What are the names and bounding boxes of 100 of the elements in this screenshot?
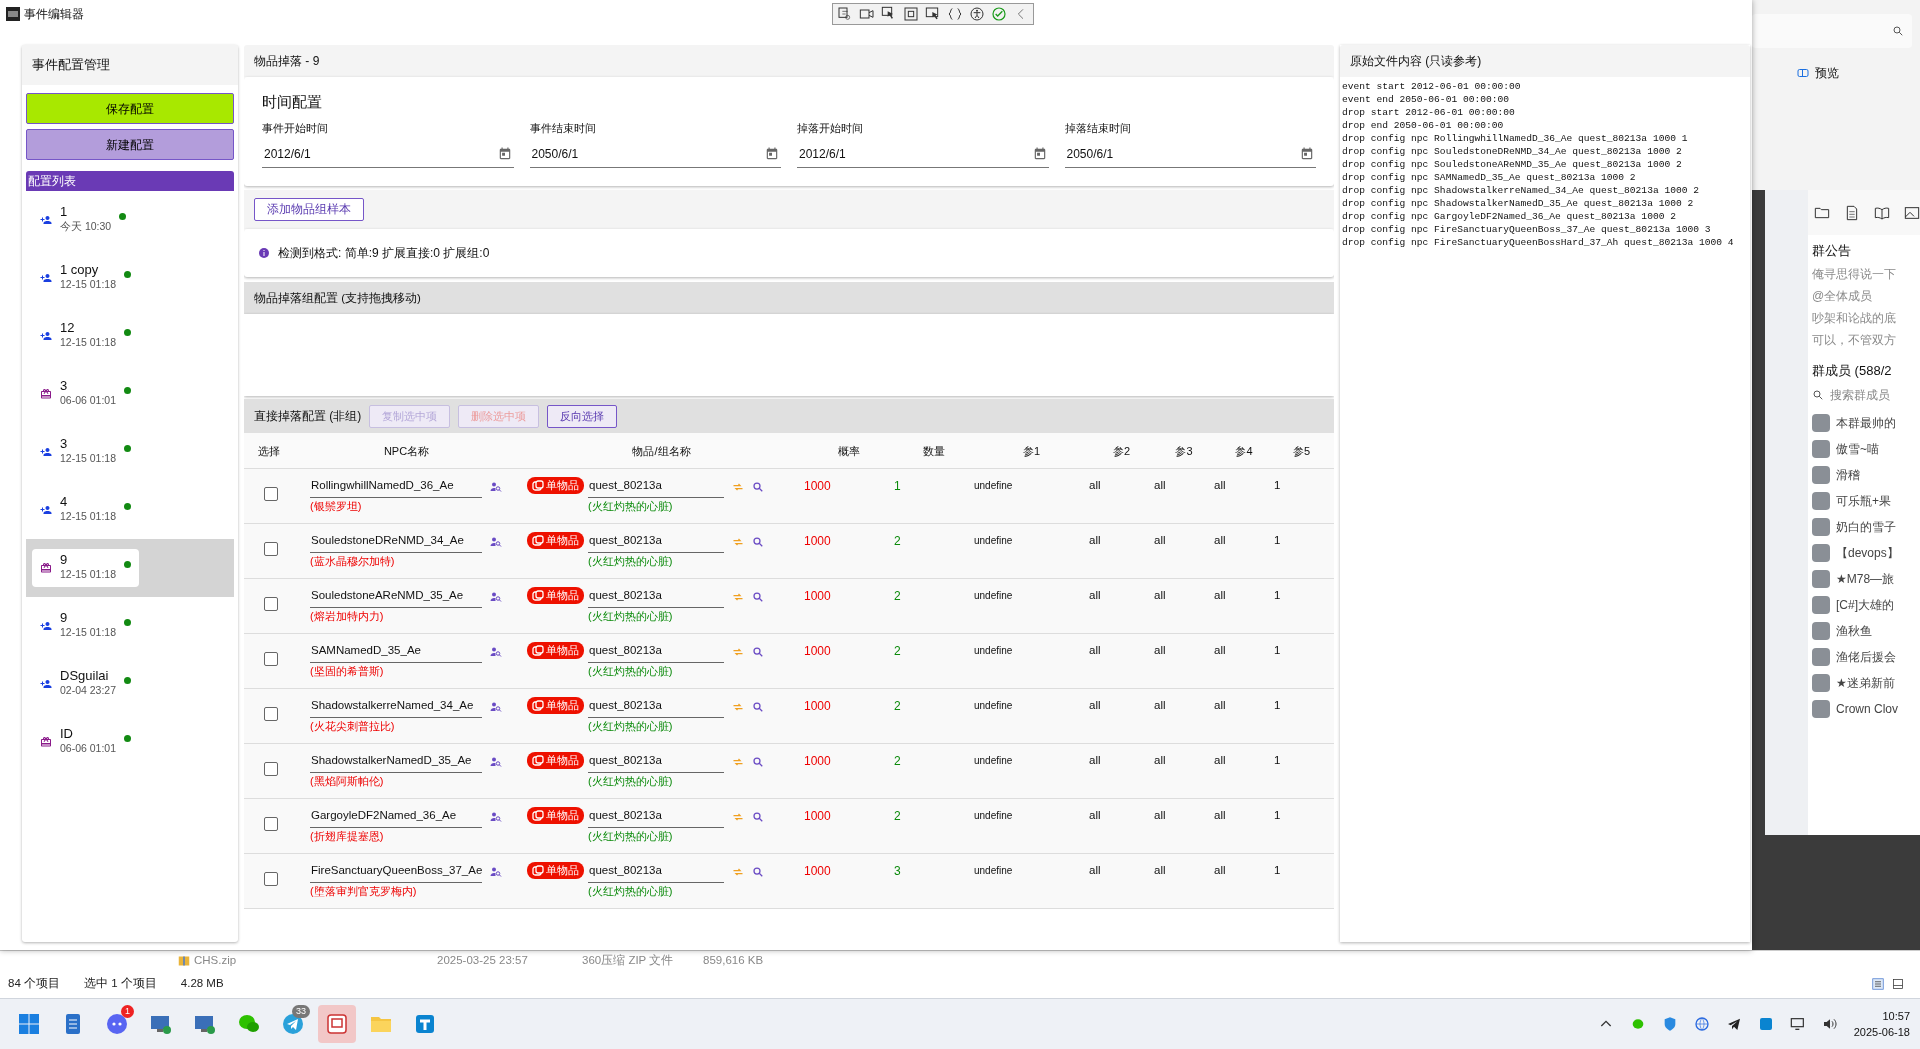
calendar-icon[interactable] xyxy=(765,146,779,161)
member-item[interactable]: 滑稽 xyxy=(1812,462,1920,488)
calendar-icon[interactable] xyxy=(1032,146,1047,161)
item-name-field[interactable]: quest_80213a xyxy=(588,862,724,883)
search-icon[interactable] xyxy=(752,701,764,714)
person-search-icon[interactable] xyxy=(490,591,502,604)
search-icon[interactable] xyxy=(752,811,764,824)
preview-button[interactable]: 预览 xyxy=(1815,64,1839,82)
paper-plane-icon[interactable]: 33 xyxy=(274,1005,312,1043)
npc-name-field[interactable]: ShadowstalkerNamedD_35_Ae xyxy=(310,752,482,773)
chat-bubble-icon[interactable]: 1 xyxy=(98,1005,136,1043)
item-name-field[interactable]: quest_80213a xyxy=(588,642,724,663)
member-item[interactable]: 傲雪~喵 xyxy=(1812,436,1920,462)
avatar xyxy=(1812,570,1830,588)
member-item[interactable]: ★M78—旅 xyxy=(1812,566,1920,592)
calendar-icon[interactable] xyxy=(1300,146,1314,161)
member-item[interactable]: 可乐瓶+果 xyxy=(1812,488,1920,514)
npc-name-field[interactable]: SAMNamedD_35_Ae xyxy=(310,642,482,663)
config-list-item[interactable]: 1 今天 10:30 xyxy=(26,191,234,249)
search-icon xyxy=(1812,389,1824,401)
npc-name-field[interactable]: RollingwhillNamedD_36_Ae xyxy=(310,477,482,498)
person-search-icon[interactable] xyxy=(490,756,502,769)
search-icon[interactable] xyxy=(752,756,764,769)
image-icon[interactable] xyxy=(1904,204,1920,221)
check-circle-icon[interactable] xyxy=(991,6,1007,22)
member-search-field[interactable]: 搜索群成员 xyxy=(1812,380,1920,410)
config-list-item[interactable]: 1 copy 12-15 01:18 xyxy=(26,249,234,307)
npc-name-field[interactable]: SouledstoneDReNMD_34_Ae xyxy=(310,532,482,553)
book-icon[interactable] xyxy=(1874,204,1890,221)
speaker-icon[interactable] xyxy=(1821,1016,1838,1032)
screen-cursor-icon[interactable] xyxy=(925,6,941,22)
search-icon[interactable] xyxy=(752,481,764,494)
window-icon[interactable] xyxy=(318,1005,356,1043)
checkbox[interactable] xyxy=(264,872,278,887)
details-view-icon[interactable] xyxy=(1872,977,1884,990)
app-icon[interactable] xyxy=(1757,1016,1774,1032)
item-name-field[interactable]: quest_80213a xyxy=(588,477,724,498)
config-list-item[interactable]: 4 12-15 01:18 xyxy=(26,481,234,539)
member-item[interactable]: 渔秋鱼 xyxy=(1812,618,1920,644)
item-name-field[interactable]: quest_80213a xyxy=(588,587,724,608)
item-name-field[interactable]: quest_80213a xyxy=(588,697,724,718)
monitor-icon[interactable] xyxy=(1789,1016,1806,1032)
config-list-item[interactable]: 3 06-06 01:01 xyxy=(26,365,234,423)
search-icon[interactable] xyxy=(752,591,764,604)
checkbox[interactable] xyxy=(264,817,278,832)
person-search-icon[interactable] xyxy=(490,646,502,659)
item-name-field[interactable]: quest_80213a xyxy=(588,807,724,828)
date-field[interactable]: 2012/6/1 xyxy=(797,140,1049,168)
globe-icon[interactable] xyxy=(1693,1016,1710,1032)
checkbox[interactable] xyxy=(264,542,278,557)
frame-icon[interactable] xyxy=(903,6,919,22)
date-field[interactable]: 2050/6/1 xyxy=(529,140,781,168)
braces-icon[interactable] xyxy=(947,6,963,22)
member-item[interactable]: 本群最帅的 xyxy=(1812,410,1920,436)
new-button[interactable]: 新建配置 xyxy=(26,129,234,160)
calendar-icon[interactable] xyxy=(497,146,512,161)
item-name-field[interactable]: quest_80213a xyxy=(588,532,724,553)
npc-name-field[interactable]: SouledstoneAReNMD_35_Ae xyxy=(310,587,482,608)
select-element-icon[interactable] xyxy=(837,6,853,22)
person-search-icon[interactable] xyxy=(490,811,502,824)
date-field[interactable]: 2050/6/1 xyxy=(1064,140,1316,168)
config-list-item[interactable]: 9 12-15 01:18 xyxy=(26,539,234,597)
video-camera-icon[interactable] xyxy=(859,6,875,22)
checkbox[interactable] xyxy=(264,762,278,777)
accessibility-icon[interactable] xyxy=(969,6,985,22)
item-name-field[interactable]: quest_80213a xyxy=(588,752,724,773)
npc-name-field[interactable]: GargoyleDF2Named_36_Ae xyxy=(310,807,482,828)
panel-toggle-icon[interactable] xyxy=(1797,67,1809,79)
npc-name-field[interactable]: ShadowstalkerreNamed_34_Ae xyxy=(310,697,482,718)
checkbox[interactable] xyxy=(264,652,278,667)
checkbox[interactable] xyxy=(264,487,278,502)
search-icon[interactable] xyxy=(752,536,764,549)
person-search-icon[interactable] xyxy=(490,481,502,494)
config-list-item[interactable]: DSguilai 02-04 23:27 xyxy=(26,655,234,713)
checkbox[interactable] xyxy=(264,707,278,722)
person-search-icon[interactable] xyxy=(490,866,502,879)
config-list-item[interactable]: 12 12-15 01:18 xyxy=(26,307,234,365)
document-icon[interactable] xyxy=(1844,204,1860,221)
member-item[interactable]: ★迷弟新前 xyxy=(1812,670,1920,696)
member-item[interactable]: 渔佬后援会 xyxy=(1812,644,1920,670)
member-item[interactable]: 奶白的雪子 xyxy=(1812,514,1920,540)
search-field[interactable] xyxy=(1752,14,1912,48)
npc-name-field[interactable]: FireSanctuaryQueenBoss_37_Ae xyxy=(310,862,482,883)
config-list-item[interactable]: ID 06-06 01:01 xyxy=(26,713,234,771)
config-list-item[interactable]: 3 12-15 01:18 xyxy=(26,423,234,481)
add-group-button[interactable]: 添加物品组样本 xyxy=(254,198,364,222)
member-item[interactable]: 【devops】 xyxy=(1812,540,1920,566)
person-search-icon[interactable] xyxy=(490,701,502,714)
person-search-icon[interactable] xyxy=(490,536,502,549)
date-field[interactable]: 2012/6/1 xyxy=(262,140,514,168)
checkbox[interactable] xyxy=(264,597,278,612)
search-icon[interactable] xyxy=(752,866,764,879)
member-item[interactable]: [C#]大雄的 xyxy=(1812,592,1920,618)
search-icon[interactable] xyxy=(1892,25,1904,37)
member-item[interactable]: Crown Clov xyxy=(1812,696,1920,722)
tiles-view-icon[interactable] xyxy=(1892,977,1904,990)
config-list-item[interactable]: 9 12-15 01:18 xyxy=(26,597,234,655)
action-button[interactable]: 反向选择 xyxy=(547,405,618,428)
save-button[interactable]: 保存配置 xyxy=(26,93,234,124)
search-icon[interactable] xyxy=(752,646,764,659)
